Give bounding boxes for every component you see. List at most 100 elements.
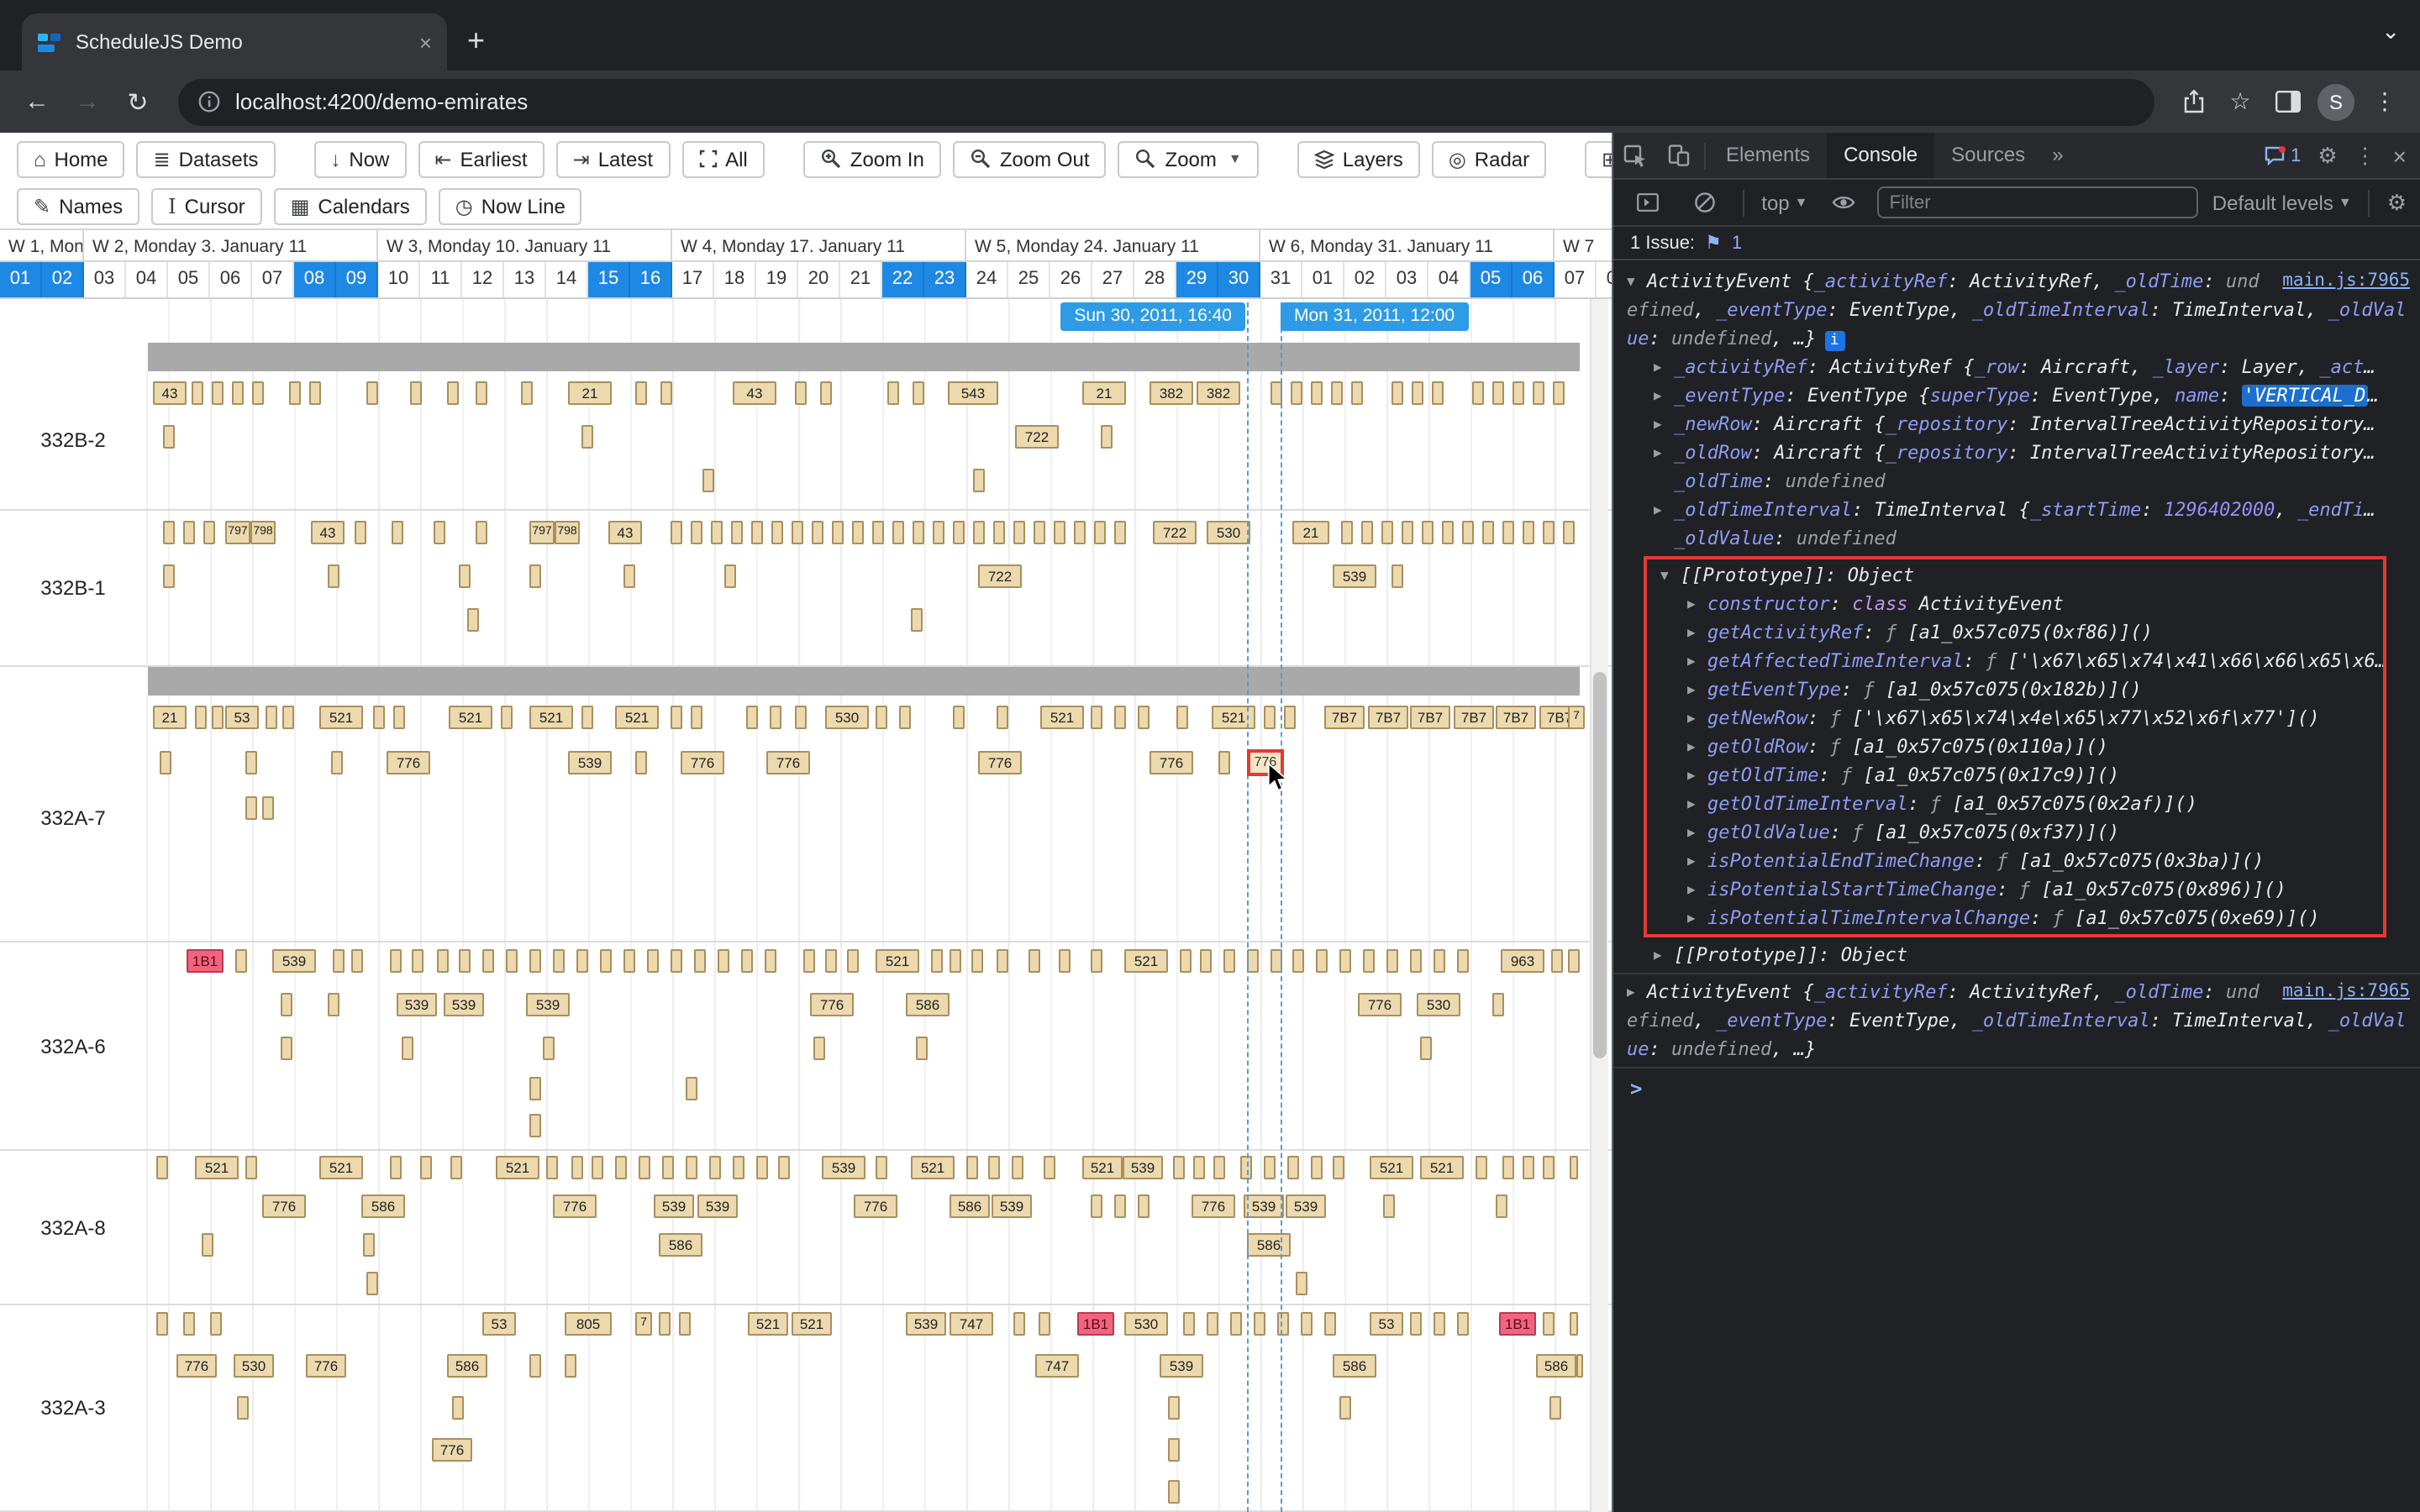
activity-block[interactable] xyxy=(262,796,274,820)
activity-block[interactable] xyxy=(351,949,363,973)
activity-block[interactable]: 521 xyxy=(529,706,573,729)
activity-block[interactable] xyxy=(163,564,175,588)
activity-block[interactable]: 776 xyxy=(978,751,1022,774)
activity-block[interactable]: 776 xyxy=(1358,993,1402,1016)
activity-block[interactable] xyxy=(1576,1354,1583,1378)
day-header-cell[interactable]: 07 xyxy=(252,262,294,297)
activity-block[interactable] xyxy=(911,608,923,632)
activity-block[interactable] xyxy=(1363,949,1375,973)
activity-block[interactable] xyxy=(1247,949,1259,973)
activity-block[interactable] xyxy=(1462,521,1474,544)
day-header-cell[interactable]: 19 xyxy=(756,262,798,297)
activity-block[interactable] xyxy=(1553,381,1565,405)
activity-block[interactable]: 539 xyxy=(526,993,570,1016)
log-levels-selector[interactable]: Default levels ▼ xyxy=(2212,191,2352,214)
activity-block[interactable] xyxy=(202,1233,213,1257)
activity-block[interactable] xyxy=(1333,1156,1344,1179)
day-header-cell[interactable]: 29 xyxy=(1176,262,1218,297)
activity-block[interactable] xyxy=(1432,381,1444,405)
activity-block[interactable] xyxy=(733,1156,744,1179)
menu-kebab-icon[interactable]: ⋮ xyxy=(2363,87,2407,116)
activity-block[interactable] xyxy=(1339,949,1351,973)
activity-block[interactable] xyxy=(1138,706,1150,729)
toolbar-button-calendars[interactable]: ▦ Calendars xyxy=(273,188,427,225)
day-header-cell[interactable]: 09 xyxy=(336,262,378,297)
reload-button[interactable]: ↻ xyxy=(114,87,161,117)
day-header-cell[interactable]: 04 xyxy=(1428,262,1470,297)
activity-block[interactable] xyxy=(1223,949,1235,973)
activity-block[interactable] xyxy=(390,949,402,973)
activity-block[interactable] xyxy=(1442,521,1454,544)
activity-block[interactable] xyxy=(192,381,203,405)
console-expand-arrow[interactable]: ▶ xyxy=(1687,818,1707,847)
activity-block[interactable]: 530 xyxy=(1124,1312,1168,1336)
activity-block[interactable]: 586 xyxy=(1247,1233,1291,1257)
activity-block[interactable]: 521 xyxy=(195,1156,239,1179)
activity-block[interactable]: 521 xyxy=(449,706,492,729)
activity-block[interactable] xyxy=(1284,706,1296,729)
console-expand-arrow[interactable]: ▶ xyxy=(1654,381,1674,410)
activity-block[interactable]: 7B7 xyxy=(1368,706,1408,729)
activity-block[interactable]: 21 xyxy=(1292,521,1329,544)
day-header-cell[interactable]: 02 xyxy=(42,262,84,297)
activity-block[interactable]: 53 xyxy=(225,706,259,729)
activity-block[interactable] xyxy=(765,949,776,973)
day-header-cell[interactable]: 12 xyxy=(462,262,504,297)
activity-block[interactable] xyxy=(711,521,723,544)
activity-block[interactable] xyxy=(1039,1312,1050,1336)
activity-block[interactable]: 1B1 xyxy=(187,949,224,973)
activity-block[interactable] xyxy=(1277,1312,1289,1336)
activity-block[interactable] xyxy=(266,706,277,729)
console-expand-arrow[interactable]: ▶ xyxy=(1654,941,1674,969)
activity-block[interactable]: 797 xyxy=(529,521,555,544)
activity-block[interactable] xyxy=(1168,1396,1180,1420)
day-header-cell[interactable]: 16 xyxy=(630,262,672,297)
activity-block[interactable]: 53 xyxy=(1370,1312,1403,1336)
activity-block[interactable] xyxy=(931,949,943,973)
activity-block[interactable] xyxy=(1351,381,1363,405)
activity-block[interactable] xyxy=(1402,521,1413,544)
activity-block[interactable] xyxy=(1341,521,1353,544)
activity-block[interactable]: 7B7 xyxy=(1496,706,1536,729)
activity-block[interactable] xyxy=(686,1077,697,1100)
activity-block[interactable]: 586 xyxy=(361,1194,405,1218)
activity-block[interactable]: 776 xyxy=(262,1194,306,1218)
activity-block[interactable]: 7B7 xyxy=(1410,706,1450,729)
more-tabs-icon[interactable]: » xyxy=(2042,133,2073,178)
console-expand-arrow[interactable]: ▶ xyxy=(1687,875,1707,904)
activity-block[interactable] xyxy=(671,949,682,973)
console-expand-arrow[interactable]: ▶ xyxy=(1687,647,1707,675)
activity-block[interactable] xyxy=(1094,521,1106,544)
activity-block[interactable]: 521 xyxy=(615,706,659,729)
activity-block[interactable] xyxy=(592,1156,603,1179)
activity-block[interactable]: 21 xyxy=(153,706,187,729)
console-expand-arrow[interactable]: ▶ xyxy=(1654,353,1674,381)
activity-block[interactable] xyxy=(635,751,647,774)
activity-block[interactable]: 21 xyxy=(568,381,612,405)
activity-block[interactable] xyxy=(1523,1156,1534,1179)
activity-block[interactable] xyxy=(212,381,224,405)
activity-block[interactable] xyxy=(392,521,403,544)
activity-block[interactable] xyxy=(543,1037,555,1060)
settings-gear-icon[interactable]: ⚙ xyxy=(2317,142,2337,169)
activity-block[interactable] xyxy=(309,381,321,405)
console-expand-arrow[interactable]: ▶ xyxy=(1687,704,1707,732)
console-source-link[interactable]: main.js:7965 xyxy=(2282,978,2410,1006)
devtools-close-icon[interactable]: × xyxy=(2393,142,2407,169)
day-header-cell[interactable]: 02 xyxy=(1344,262,1386,297)
day-header-cell[interactable]: 31 xyxy=(1260,262,1302,297)
activity-block[interactable] xyxy=(813,1037,825,1060)
day-header-cell[interactable]: 23 xyxy=(924,262,966,297)
activity-block[interactable]: 776 xyxy=(553,1194,597,1218)
live-expression-eye-icon[interactable] xyxy=(1822,193,1865,212)
activity-block[interactable] xyxy=(282,706,294,729)
activity-block[interactable] xyxy=(686,1156,697,1179)
console-expand-arrow[interactable]: ▶ xyxy=(1687,732,1707,761)
day-header-cell[interactable]: 08 xyxy=(294,262,336,297)
activity-block[interactable] xyxy=(1496,1194,1507,1218)
toolbar-button-latest[interactable]: ⇥ Latest xyxy=(555,140,671,177)
activity-block[interactable] xyxy=(450,1156,462,1179)
activity-block[interactable]: 530 xyxy=(234,1354,274,1378)
activity-block[interactable]: 521 xyxy=(876,949,919,973)
toolbar-button-nowline[interactable]: ◷ Now Line xyxy=(438,188,582,225)
